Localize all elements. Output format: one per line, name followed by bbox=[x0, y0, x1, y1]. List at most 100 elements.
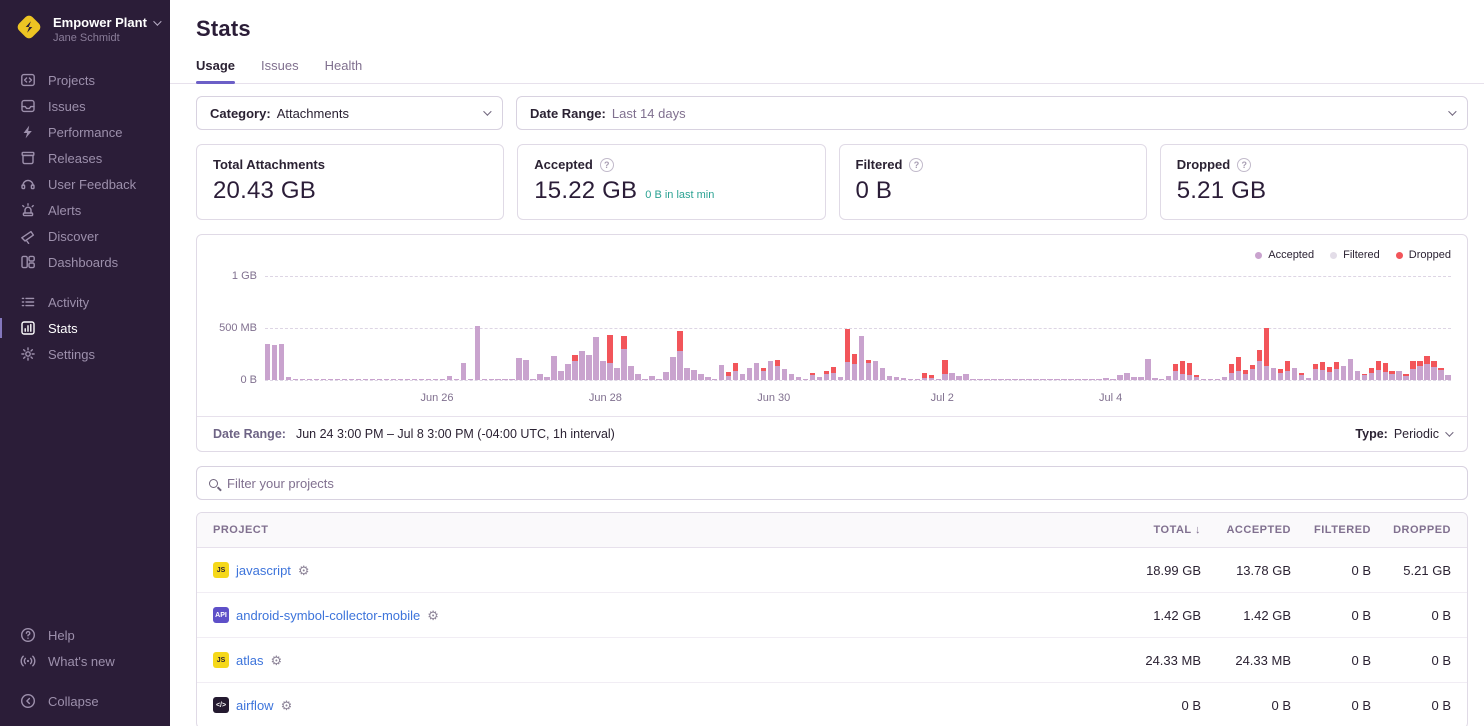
chart-bar bbox=[1117, 375, 1122, 380]
bar-segment-accepted bbox=[335, 379, 340, 380]
chart-bar bbox=[1152, 378, 1157, 380]
bar-segment-accepted bbox=[635, 374, 640, 380]
sidebar-item-help[interactable]: Help bbox=[0, 622, 170, 648]
tab-health[interactable]: Health bbox=[325, 58, 363, 83]
help-icon[interactable]: ? bbox=[909, 158, 923, 172]
chart-bars bbox=[265, 267, 1451, 380]
bar-segment-accepted bbox=[1403, 376, 1408, 380]
org-switcher[interactable]: Empower Plant Jane Schmidt bbox=[0, 0, 170, 47]
help-icon[interactable]: ? bbox=[1237, 158, 1251, 172]
project-settings-gear-icon[interactable]: ⚙ bbox=[427, 609, 439, 622]
daterange-dropdown[interactable]: Date Range: Last 14 days bbox=[516, 96, 1468, 130]
category-label: Category: bbox=[210, 106, 271, 121]
chart-bar bbox=[677, 331, 682, 380]
bar-segment-accepted bbox=[1236, 371, 1241, 380]
chart-bar bbox=[468, 379, 473, 380]
sidebar-item-discover[interactable]: Discover bbox=[0, 223, 170, 249]
chart-bar bbox=[1019, 379, 1024, 380]
bar-segment-accepted bbox=[461, 363, 466, 380]
chart-bar bbox=[1243, 370, 1248, 380]
project-link[interactable]: airflow bbox=[236, 698, 274, 713]
project-settings-gear-icon[interactable]: ⚙ bbox=[281, 699, 293, 712]
bar-segment-accepted bbox=[977, 379, 982, 380]
chart-bar bbox=[1250, 365, 1255, 380]
bar-segment-accepted bbox=[398, 379, 403, 380]
column-header-filtered[interactable]: Filtered bbox=[1291, 524, 1371, 536]
chart-bar bbox=[803, 379, 808, 380]
bar-segment-accepted bbox=[1334, 369, 1339, 380]
chart-type-dropdown[interactable]: Type: Periodic bbox=[1355, 427, 1451, 441]
chart-bar bbox=[1194, 375, 1199, 380]
bar-segment-accepted bbox=[593, 337, 598, 380]
search-input[interactable] bbox=[227, 476, 1455, 491]
chart-bar bbox=[1222, 377, 1227, 380]
chart-bar bbox=[1424, 356, 1429, 380]
help-icon[interactable]: ? bbox=[600, 158, 614, 172]
bar-segment-accepted bbox=[419, 379, 424, 380]
sidebar: Empower Plant Jane Schmidt ProjectsIssue… bbox=[0, 0, 170, 726]
project-link[interactable]: atlas bbox=[236, 653, 263, 668]
chart-bar bbox=[845, 329, 850, 380]
legend-item-filtered[interactable]: Filtered bbox=[1330, 249, 1380, 261]
column-header-total[interactable]: Total ↓ bbox=[1091, 524, 1201, 536]
dropped-cell: 0 B bbox=[1371, 653, 1451, 668]
sidebar-item-collapse[interactable]: Collapse bbox=[0, 688, 170, 714]
x-axis-tick: Jul 4 bbox=[1099, 392, 1122, 404]
sidebar-item-activity[interactable]: Activity bbox=[0, 289, 170, 315]
project-link[interactable]: android-symbol-collector-mobile bbox=[236, 608, 420, 623]
sidebar-item-releases[interactable]: Releases bbox=[0, 145, 170, 171]
chart-bar bbox=[866, 360, 871, 380]
sidebar-item-projects[interactable]: Projects bbox=[0, 67, 170, 93]
column-header-dropped[interactable]: Dropped bbox=[1371, 524, 1451, 536]
chart-bar bbox=[461, 363, 466, 380]
bar-segment-accepted bbox=[1166, 376, 1171, 380]
bar-segment-accepted bbox=[509, 379, 514, 380]
bar-segment-accepted bbox=[1369, 373, 1374, 380]
bar-segment-dropped bbox=[1229, 364, 1234, 372]
project-link[interactable]: javascript bbox=[236, 563, 291, 578]
chevron-down-icon bbox=[1448, 107, 1456, 115]
chart-bar bbox=[635, 374, 640, 380]
x-axis-tick: Jun 26 bbox=[420, 392, 453, 404]
x-axis-tick: Jun 30 bbox=[757, 392, 790, 404]
bar-segment-dropped bbox=[621, 336, 626, 348]
bar-segment-accepted bbox=[754, 363, 759, 380]
sidebar-item-performance[interactable]: Performance bbox=[0, 119, 170, 145]
chart-bar bbox=[1445, 375, 1450, 380]
tab-issues[interactable]: Issues bbox=[261, 58, 299, 83]
bar-segment-accepted bbox=[1173, 371, 1178, 380]
sidebar-item-label: Help bbox=[48, 628, 75, 643]
project-settings-gear-icon[interactable]: ⚙ bbox=[298, 564, 310, 577]
chart-bar bbox=[754, 363, 759, 380]
sidebar-item-stats[interactable]: Stats bbox=[0, 315, 170, 341]
chart-bar bbox=[796, 377, 801, 380]
dropped-cell: 0 B bbox=[1371, 608, 1451, 623]
category-dropdown[interactable]: Category: Attachments bbox=[196, 96, 503, 130]
bar-segment-accepted bbox=[1250, 369, 1255, 380]
column-header-accepted[interactable]: Accepted bbox=[1201, 524, 1291, 536]
legend-item-dropped[interactable]: Dropped bbox=[1396, 249, 1451, 261]
bar-segment-accepted bbox=[1117, 375, 1122, 380]
sidebar-item-what-s-new[interactable]: What's new bbox=[0, 648, 170, 674]
chart-bar bbox=[1257, 350, 1262, 380]
sidebar-item-issues[interactable]: Issues bbox=[0, 93, 170, 119]
help-icon bbox=[20, 627, 36, 643]
legend-item-accepted[interactable]: Accepted bbox=[1255, 249, 1314, 261]
bar-segment-accepted bbox=[1068, 379, 1073, 380]
bar-segment-accepted bbox=[1061, 379, 1066, 380]
bar-segment-accepted bbox=[530, 379, 535, 380]
sidebar-item-dashboards[interactable]: Dashboards bbox=[0, 249, 170, 275]
project-cell: JSjavascript⚙ bbox=[213, 562, 1091, 578]
tab-usage[interactable]: Usage bbox=[196, 58, 235, 83]
sidebar-nav-primary: ProjectsIssuesPerformanceReleasesUser Fe… bbox=[0, 67, 170, 275]
chart-bar bbox=[915, 379, 920, 380]
sidebar-item-user-feedback[interactable]: User Feedback bbox=[0, 171, 170, 197]
sidebar-item-alerts[interactable]: Alerts bbox=[0, 197, 170, 223]
bar-segment-accepted bbox=[600, 361, 605, 380]
daterange-value: Last 14 days bbox=[612, 106, 686, 121]
project-settings-gear-icon[interactable]: ⚙ bbox=[270, 654, 282, 667]
bar-segment-accepted bbox=[998, 379, 1003, 380]
sidebar-item-settings[interactable]: Settings bbox=[0, 341, 170, 367]
chart-bar bbox=[307, 379, 312, 380]
chart-bar bbox=[942, 360, 947, 380]
